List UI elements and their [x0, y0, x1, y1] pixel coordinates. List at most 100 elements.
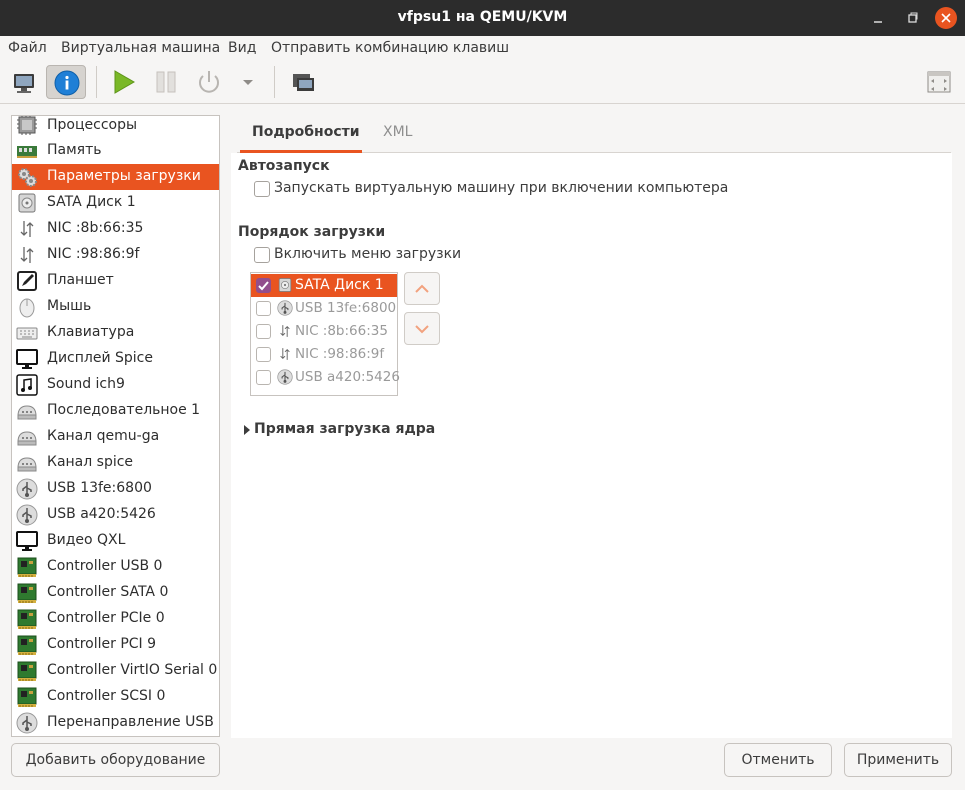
- boot-device-checkbox[interactable]: [256, 301, 271, 316]
- sidebar-item[interactable]: Дисплей Spice: [12, 346, 219, 372]
- play-icon: [114, 70, 135, 94]
- expander-arrow-icon[interactable]: [242, 423, 252, 437]
- sidebar-item[interactable]: Клавиатура: [12, 320, 219, 346]
- boot-device-checkbox[interactable]: [256, 370, 271, 385]
- sidebar-item-label: Controller PCIe 0: [47, 610, 165, 626]
- maximize-icon[interactable]: [901, 7, 923, 29]
- sidebar-item[interactable]: NIC :8b:66:35: [12, 216, 219, 242]
- sound-icon: [16, 374, 38, 396]
- window-title: vfpsu1 на QEMU/KVM: [397, 9, 568, 25]
- chevron-up-icon: [415, 284, 429, 293]
- tab-details[interactable]: Подробности: [252, 124, 360, 140]
- fullscreen-button[interactable]: [919, 65, 959, 99]
- sidebar-item-label: Процессоры: [47, 117, 138, 133]
- boot-menu-checkbox-label[interactable]: Включить меню загрузки: [274, 246, 461, 262]
- menu-file[interactable]: Файл: [8, 40, 47, 56]
- sidebar-item-label: SATA Диск 1: [47, 194, 136, 210]
- usb-icon: [277, 369, 293, 385]
- sidebar-item[interactable]: Канал spice: [12, 450, 219, 476]
- run-button[interactable]: [103, 65, 143, 99]
- network-icon: [16, 218, 38, 240]
- close-icon[interactable]: [935, 7, 957, 29]
- toolbar-separator: [96, 66, 97, 98]
- sidebar-item-label: Параметры загрузки: [47, 168, 201, 184]
- keyboard-icon: [16, 322, 38, 344]
- autostart-checkbox[interactable]: [254, 181, 270, 197]
- snapshots-button[interactable]: [283, 65, 323, 99]
- mouse-icon: [16, 296, 38, 318]
- sidebar-item[interactable]: SATA Диск 1: [12, 190, 219, 216]
- check-icon: [258, 281, 269, 291]
- boot-device-row[interactable]: NIC :8b:66:35: [251, 320, 397, 343]
- boot-device-label: USB 13fe:6800: [295, 300, 397, 316]
- channel-icon: [16, 426, 38, 448]
- boot-device-label: SATA Диск 1: [295, 277, 384, 293]
- sidebar-item[interactable]: Controller SATA 0: [12, 580, 219, 606]
- sidebar-item[interactable]: Sound ich9: [12, 372, 219, 398]
- sidebar-item[interactable]: Последовательное 1: [12, 398, 219, 424]
- sidebar-item-label: Controller PCI 9: [47, 636, 157, 652]
- sidebar-item[interactable]: Видео QXL: [12, 528, 219, 554]
- sidebar-item-label: Память: [47, 142, 102, 158]
- apply-button[interactable]: Применить: [844, 743, 952, 777]
- serial-icon: [16, 400, 38, 422]
- boot-device-row[interactable]: USB a420:5426: [251, 366, 400, 389]
- cpu-icon: [16, 116, 38, 136]
- boot-device-checkbox[interactable]: [256, 347, 271, 362]
- boot-options-icon: [16, 166, 38, 188]
- console-button[interactable]: [4, 65, 44, 99]
- sidebar-item[interactable]: Мышь: [12, 294, 219, 320]
- boot-device-row[interactable]: SATA Диск 1: [251, 274, 397, 297]
- sidebar-item-label: Controller SCSI 0: [47, 688, 166, 704]
- boot-device-row[interactable]: NIC :98:86:9f: [251, 343, 397, 366]
- boot-device-list[interactable]: SATA Диск 1 USB 13fe:6800 NIC :8b:66:35 NIC…: [250, 272, 400, 396]
- toolbar-separator: [274, 66, 275, 98]
- sidebar-item[interactable]: Controller PCIe 0: [12, 606, 219, 632]
- channel-icon: [16, 452, 38, 474]
- autostart-checkbox-label[interactable]: Запускать виртуальную машину при включен…: [274, 180, 728, 196]
- boot-device-label: NIC :98:86:9f: [295, 346, 385, 362]
- sidebar-item[interactable]: USB 13fe:6800: [12, 476, 219, 502]
- controller-icon: [16, 634, 38, 656]
- sidebar-item[interactable]: Канал qemu-ga: [12, 424, 219, 450]
- add-hardware-button[interactable]: Добавить оборудование: [11, 743, 220, 777]
- pause-button[interactable]: [146, 65, 186, 99]
- sidebar-item[interactable]: Память: [12, 138, 219, 164]
- network-icon: [277, 346, 293, 362]
- sidebar-item[interactable]: USB a420:5426: [12, 502, 219, 528]
- sidebar-item[interactable]: Процессоры: [12, 116, 219, 138]
- cancel-button[interactable]: Отменить: [724, 743, 832, 777]
- video-icon: [16, 530, 38, 552]
- hardware-list[interactable]: Процессоры Память Параметры загрузки SATA Д…: [11, 115, 220, 737]
- sidebar-item-label: Канал qemu-ga: [47, 428, 160, 444]
- boot-device-label: NIC :8b:66:35: [295, 323, 388, 339]
- sidebar-item[interactable]: Перенаправление USB 1: [12, 710, 219, 736]
- shutdown-button[interactable]: [189, 65, 229, 99]
- sidebar-item[interactable]: NIC :98:86:9f: [12, 242, 219, 268]
- sidebar-item[interactable]: Планшет: [12, 268, 219, 294]
- boot-device-row[interactable]: USB 13fe:6800: [251, 297, 397, 320]
- sidebar-item[interactable]: Controller USB 0: [12, 554, 219, 580]
- details-button[interactable]: [46, 65, 86, 99]
- shutdown-menu-button[interactable]: [230, 65, 266, 99]
- boot-menu-checkbox[interactable]: [254, 247, 270, 263]
- boot-device-checkbox[interactable]: [256, 324, 271, 339]
- usb-redirect-icon: [16, 712, 38, 734]
- menu-view[interactable]: Вид: [228, 40, 256, 56]
- sidebar-item[interactable]: Controller PCI 9: [12, 632, 219, 658]
- sidebar-item[interactable]: Параметры загрузки: [12, 164, 219, 190]
- sidebar-item-label: Видео QXL: [47, 532, 126, 548]
- usb-icon: [16, 478, 38, 500]
- boot-device-checkbox[interactable]: [256, 278, 271, 293]
- move-down-button[interactable]: [404, 312, 440, 345]
- move-up-button[interactable]: [404, 272, 440, 305]
- sidebar-item[interactable]: Controller SCSI 0: [12, 684, 219, 710]
- menu-send-key[interactable]: Отправить комбинацию клавиш: [271, 40, 509, 56]
- sidebar-item[interactable]: Controller VirtIO Serial 0: [12, 658, 219, 684]
- tab-xml[interactable]: XML: [383, 124, 412, 140]
- minimize-icon[interactable]: [867, 7, 889, 29]
- sidebar-item-label: Controller USB 0: [47, 558, 163, 574]
- direct-kernel-boot-expander[interactable]: Прямая загрузка ядра: [254, 421, 435, 437]
- sidebar-item-label: USB a420:5426: [47, 506, 156, 522]
- menu-virtual-machine[interactable]: Виртуальная машина: [61, 40, 220, 56]
